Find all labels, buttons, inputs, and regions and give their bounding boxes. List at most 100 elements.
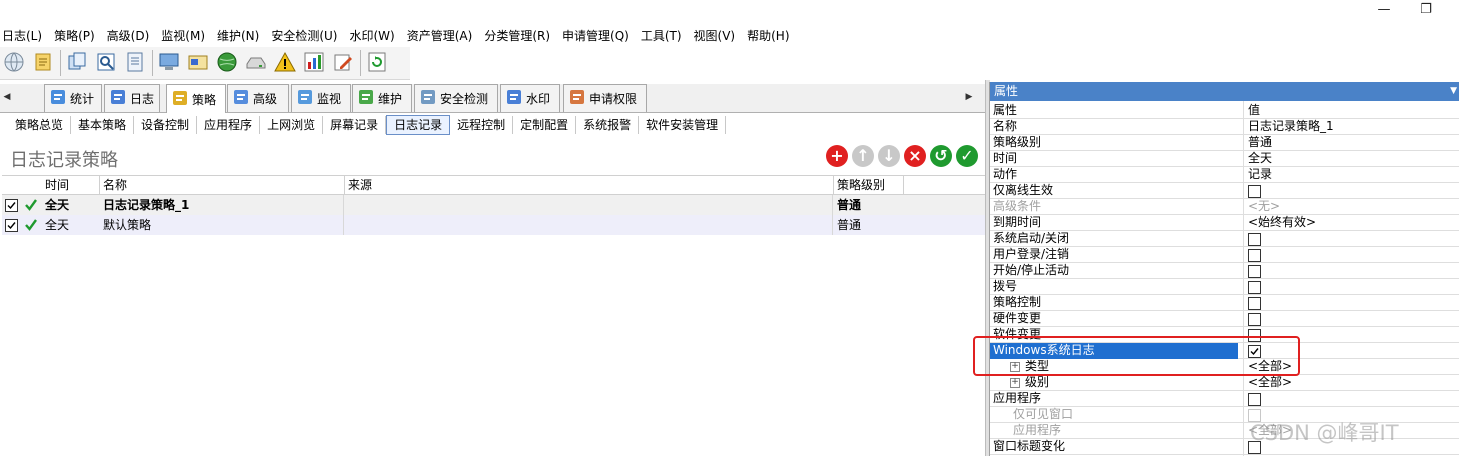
- menu-item-1[interactable]: 策略(P): [52, 27, 101, 44]
- subtab-7[interactable]: 远程控制: [450, 116, 514, 134]
- minimize-button[interactable]: —: [1364, 0, 1404, 22]
- tab-scroll-left-icon[interactable]: ◀: [2, 92, 12, 102]
- menu-item-4[interactable]: 维护(N): [215, 27, 265, 44]
- tab-scroll-right-icon[interactable]: ▶: [964, 92, 974, 102]
- subtab-0[interactable]: 策略总览: [8, 116, 72, 134]
- move-down-button[interactable]: ↓: [878, 145, 900, 167]
- property-value[interactable]: <全部>: [1248, 375, 1292, 391]
- property-checkbox[interactable]: [1248, 265, 1261, 278]
- property-row[interactable]: 应用程序: [990, 391, 1459, 407]
- subtab-6[interactable]: 日志记录: [386, 115, 451, 135]
- column-header-2[interactable]: 来源: [345, 176, 834, 194]
- property-row[interactable]: 硬件变更: [990, 311, 1459, 327]
- toolbar-button-warning[interactable]: [271, 49, 299, 77]
- toolbar-button-network[interactable]: [213, 49, 241, 77]
- toolbar-button-refresh[interactable]: [363, 49, 391, 77]
- policy-grid: 时间 名称 来源 策略级别 全天 日志记录策略_1 普通 全天 默认策略 普通: [2, 175, 985, 457]
- menu-item-6[interactable]: 水印(W): [348, 27, 401, 44]
- property-value[interactable]: <无>: [1248, 199, 1280, 215]
- property-checkbox[interactable]: [1248, 249, 1261, 262]
- tab-label: 监视: [317, 92, 342, 106]
- subtab-3[interactable]: 应用程序: [197, 116, 261, 134]
- column-header-1[interactable]: 名称: [100, 176, 345, 194]
- table-row[interactable]: 全天 日志记录策略_1 普通: [2, 195, 985, 215]
- property-value[interactable]: 值: [1248, 103, 1260, 119]
- property-checkbox[interactable]: [1248, 233, 1261, 246]
- tab-5[interactable]: 维护: [352, 84, 412, 112]
- add-button[interactable]: +: [826, 145, 848, 167]
- tab-4[interactable]: 监视: [291, 84, 351, 112]
- property-checkbox[interactable]: [1248, 281, 1261, 294]
- property-row[interactable]: + 级别 <全部>: [990, 375, 1459, 391]
- property-row[interactable]: 高级条件 <无>: [990, 199, 1459, 215]
- property-value[interactable]: 日志记录策略_1: [1248, 119, 1334, 135]
- expand-icon[interactable]: +: [1010, 378, 1020, 388]
- toolbar-button-notepad[interactable]: [29, 49, 57, 77]
- property-checkbox[interactable]: [1248, 393, 1261, 406]
- row-checkbox[interactable]: [5, 219, 18, 232]
- undo-button[interactable]: ↺: [930, 145, 952, 167]
- toolbar-button-globe[interactable]: [0, 49, 28, 77]
- property-value[interactable]: <始终有效>: [1248, 215, 1316, 231]
- property-checkbox[interactable]: [1248, 185, 1261, 198]
- toolbar-button-computer[interactable]: [155, 49, 183, 77]
- property-row[interactable]: 系统启动/关闭: [990, 231, 1459, 247]
- subtab-8[interactable]: 定制配置: [513, 116, 577, 134]
- subtab-5[interactable]: 屏幕记录: [323, 116, 387, 134]
- tab-6[interactable]: 安全检测: [414, 84, 498, 112]
- menu-item-5[interactable]: 安全检测(U): [269, 27, 343, 44]
- menu-item-10[interactable]: 工具(T): [639, 27, 688, 44]
- menu-item-3[interactable]: 监视(M): [159, 27, 211, 44]
- menu-item-0[interactable]: 日志(L): [0, 27, 48, 44]
- menu-item-9[interactable]: 申请管理(Q): [560, 27, 635, 44]
- move-up-button[interactable]: ↑: [852, 145, 874, 167]
- delete-button[interactable]: ×: [904, 145, 926, 167]
- toolbar-button-report[interactable]: [121, 49, 149, 77]
- subtab-10[interactable]: 软件安装管理: [639, 116, 727, 134]
- toolbar-button-drive[interactable]: [242, 49, 270, 77]
- property-row[interactable]: 到期时间 <始终有效>: [990, 215, 1459, 231]
- toolbar-button-edit[interactable]: [329, 49, 357, 77]
- restore-button[interactable]: ❐: [1406, 0, 1446, 22]
- table-row[interactable]: 全天 默认策略 普通: [2, 215, 985, 235]
- column-header-3[interactable]: 策略级别: [834, 176, 904, 194]
- subtab-1[interactable]: 基本策略: [71, 116, 135, 134]
- property-row[interactable]: 动作 记录: [990, 167, 1459, 183]
- menu-item-12[interactable]: 帮助(H): [745, 27, 795, 44]
- menu-item-8[interactable]: 分类管理(R): [482, 27, 556, 44]
- property-row[interactable]: 名称 日志记录策略_1: [990, 119, 1459, 135]
- toolbar-button-copy[interactable]: [63, 49, 91, 77]
- tab-3[interactable]: 高级: [227, 84, 289, 112]
- row-checkbox[interactable]: [5, 199, 18, 212]
- tab-8[interactable]: 申请权限: [563, 84, 647, 112]
- apply-button[interactable]: ✓: [956, 145, 978, 167]
- property-value[interactable]: 记录: [1248, 167, 1272, 183]
- property-row[interactable]: 策略控制: [990, 295, 1459, 311]
- toolbar-button-card[interactable]: [184, 49, 212, 77]
- property-row[interactable]: 用户登录/注销: [990, 247, 1459, 263]
- toolbar-button-preview[interactable]: [92, 49, 120, 77]
- subtab-4[interactable]: 上网浏览: [260, 116, 324, 134]
- property-checkbox[interactable]: [1248, 313, 1261, 326]
- menu-item-11[interactable]: 视图(V): [692, 27, 742, 44]
- toolbar-button-chart[interactable]: [300, 49, 328, 77]
- column-header-0[interactable]: 时间: [42, 176, 100, 194]
- dropdown-icon[interactable]: ▼: [1450, 82, 1457, 101]
- tab-0[interactable]: 统计: [44, 84, 102, 112]
- tab-2[interactable]: 策略: [166, 84, 226, 113]
- subtab-2[interactable]: 设备控制: [134, 116, 198, 134]
- menu-item-7[interactable]: 资产管理(A): [405, 27, 479, 44]
- menu-item-2[interactable]: 高级(D): [105, 27, 156, 44]
- property-row[interactable]: 仅离线生效: [990, 183, 1459, 199]
- property-value[interactable]: 全天: [1248, 151, 1272, 167]
- property-checkbox[interactable]: [1248, 297, 1261, 310]
- property-row[interactable]: 开始/停止活动: [990, 263, 1459, 279]
- property-value[interactable]: 普通: [1248, 135, 1272, 151]
- property-row[interactable]: 时间 全天: [990, 151, 1459, 167]
- property-row[interactable]: 策略级别 普通: [990, 135, 1459, 151]
- subtab-9[interactable]: 系统报警: [576, 116, 640, 134]
- property-row[interactable]: 属性 值: [990, 103, 1459, 119]
- tab-7[interactable]: 水印: [500, 84, 560, 112]
- tab-1[interactable]: 日志: [104, 84, 160, 112]
- property-row[interactable]: 拨号: [990, 279, 1459, 295]
